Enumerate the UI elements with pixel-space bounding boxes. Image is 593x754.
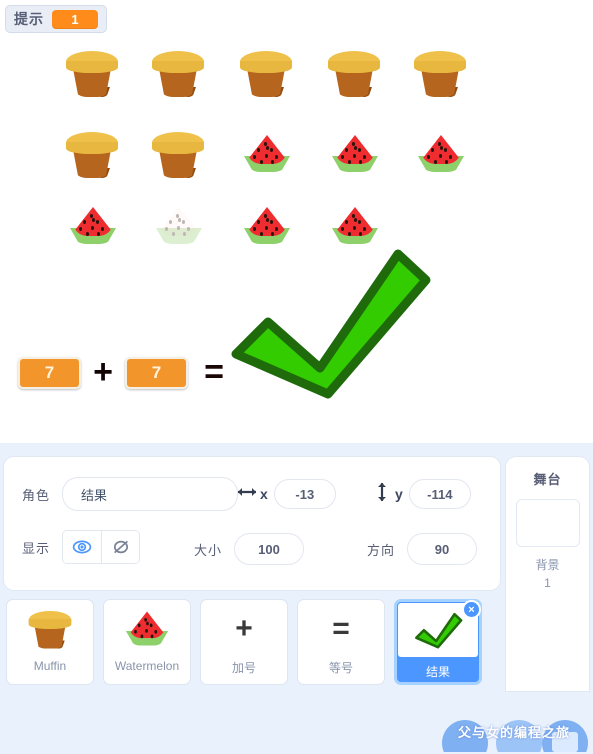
- stage-panel-title: 舞台: [533, 471, 562, 487]
- backdrop-info: 背景 1: [506, 556, 589, 592]
- backdrop-count: 1: [544, 576, 551, 590]
- watermelon-sprite[interactable]: [244, 134, 290, 174]
- muffin-sprite[interactable]: [150, 47, 206, 99]
- show-sprite-button[interactable]: [63, 531, 102, 563]
- sprite-pane: 角色 结果 x -13 y -114 显示 大小 100 方向 90 Muffi…: [0, 443, 593, 754]
- sprite-direction-group: 方向 90: [367, 533, 478, 565]
- scratch-app-window: 提示 1 7 + 7 = 角色 结果 x -13 y -114 显示 大小 10…: [0, 0, 593, 754]
- variable-monitor[interactable]: 提示 1: [5, 5, 107, 33]
- watermelon-icon[interactable]: [125, 610, 169, 647]
- watermelon-sprite-faded[interactable]: [156, 206, 202, 246]
- muffin-rim: [28, 618, 72, 629]
- muffin-icon[interactable]: [27, 607, 73, 650]
- muffin-sprite[interactable]: [64, 47, 120, 99]
- sprite-card-plus-icon[interactable]: + 加号: [200, 599, 288, 685]
- sprite-y-field-group: y -114: [371, 479, 471, 509]
- variable-monitor-value: 1: [52, 9, 98, 29]
- watermelon-sprite[interactable]: [70, 206, 116, 246]
- stage-canvas[interactable]: 提示 1 7 + 7 =: [0, 0, 593, 443]
- direction-label: 方向: [367, 542, 396, 558]
- muffin-rim: [66, 61, 118, 73]
- result-check-sprite[interactable]: [222, 236, 434, 406]
- hide-sprite-button[interactable]: [101, 531, 140, 563]
- backdrop-label: 背景: [535, 558, 560, 572]
- sprite-x-field-group: x -13: [236, 479, 336, 509]
- y-input[interactable]: -114: [408, 479, 471, 509]
- direction-input[interactable]: 90: [407, 533, 478, 565]
- sprite-thumbnail: =: [298, 600, 384, 657]
- sprite-name-field-group: 角色 结果: [22, 477, 239, 511]
- equals-icon: =: [332, 611, 350, 645]
- sprite-card-label: 加号: [231, 661, 256, 675]
- sprite-info-panel: 角色 结果 x -13 y -114 显示 大小 100 方向 90: [4, 457, 500, 590]
- watermelon-sprite[interactable]: [332, 134, 378, 174]
- watermelon-sprite[interactable]: [418, 134, 464, 174]
- sprite-card-equals-icon[interactable]: = 等号: [297, 599, 385, 685]
- muffin-sprite[interactable]: [412, 47, 468, 99]
- variable-monitor-label: 提示: [14, 11, 44, 27]
- sprite-thumbnail: +: [201, 600, 287, 657]
- eye-slash-icon: [113, 540, 128, 554]
- visibility-toggle[interactable]: [62, 530, 141, 564]
- muffin-rim: [414, 61, 466, 73]
- sprite-visibility-group: 显示: [22, 530, 141, 564]
- stage-selector-panel[interactable]: 舞台 背景 1: [506, 457, 589, 691]
- visibility-label: 显示: [22, 540, 51, 556]
- green-check-icon: [231, 249, 431, 399]
- sprite-card-watermelon-icon[interactable]: Watermelon: [103, 599, 191, 685]
- size-input[interactable]: 100: [234, 533, 305, 565]
- horizontal-arrow-icon: [236, 485, 258, 503]
- muffin-sprite[interactable]: [150, 128, 206, 180]
- sprite-name-input[interactable]: 结果: [62, 477, 239, 511]
- left-operand-box[interactable]: 7: [18, 357, 81, 389]
- sprite-card-label: 等号: [328, 661, 353, 675]
- muffin-sprite[interactable]: [238, 47, 294, 99]
- muffin-rim: [240, 61, 292, 73]
- sprite-card-muffin-icon[interactable]: Muffin: [6, 599, 94, 685]
- equation-row: 7 + 7 =: [18, 355, 236, 389]
- muffin-sprite[interactable]: [326, 47, 382, 99]
- sprite-list: Muffin Watermelon + 加号 = 等号 结果 ×: [4, 595, 500, 691]
- y-label: y: [395, 486, 403, 502]
- muffin-rim: [328, 61, 380, 73]
- sprite-size-group: 大小 100: [194, 533, 305, 565]
- sprite-card-label: 结果: [425, 665, 450, 679]
- size-label: 大小: [194, 542, 223, 558]
- muffin-rim: [152, 142, 204, 154]
- watermark: 父与女的编程之旅: [440, 716, 591, 752]
- x-input[interactable]: -13: [273, 479, 336, 509]
- plus-icon: +: [235, 611, 253, 645]
- right-operand-box[interactable]: 7: [125, 357, 188, 389]
- sprite-card-label: Muffin: [33, 659, 67, 673]
- muffin-sprite[interactable]: [64, 128, 120, 180]
- green-check-icon: [415, 612, 463, 649]
- sprite-card-label: Watermelon: [114, 659, 180, 673]
- sprite-name-label: 角色: [22, 487, 51, 503]
- delete-sprite-button[interactable]: ×: [462, 600, 481, 619]
- x-label: x: [260, 486, 268, 502]
- muffin-rim: [152, 61, 204, 73]
- sprite-card-green-check-icon[interactable]: 结果 ×: [394, 599, 482, 685]
- eye-icon: [72, 540, 92, 554]
- watermark-text: 父与女的编程之旅: [458, 725, 571, 740]
- sprite-thumbnail: [104, 600, 190, 657]
- plus-sign-sprite[interactable]: +: [81, 355, 125, 389]
- backdrop-thumbnail[interactable]: [515, 499, 580, 547]
- muffin-rim: [66, 142, 118, 154]
- vertical-arrow-icon: [371, 481, 393, 508]
- sprite-thumbnail: [7, 600, 93, 657]
